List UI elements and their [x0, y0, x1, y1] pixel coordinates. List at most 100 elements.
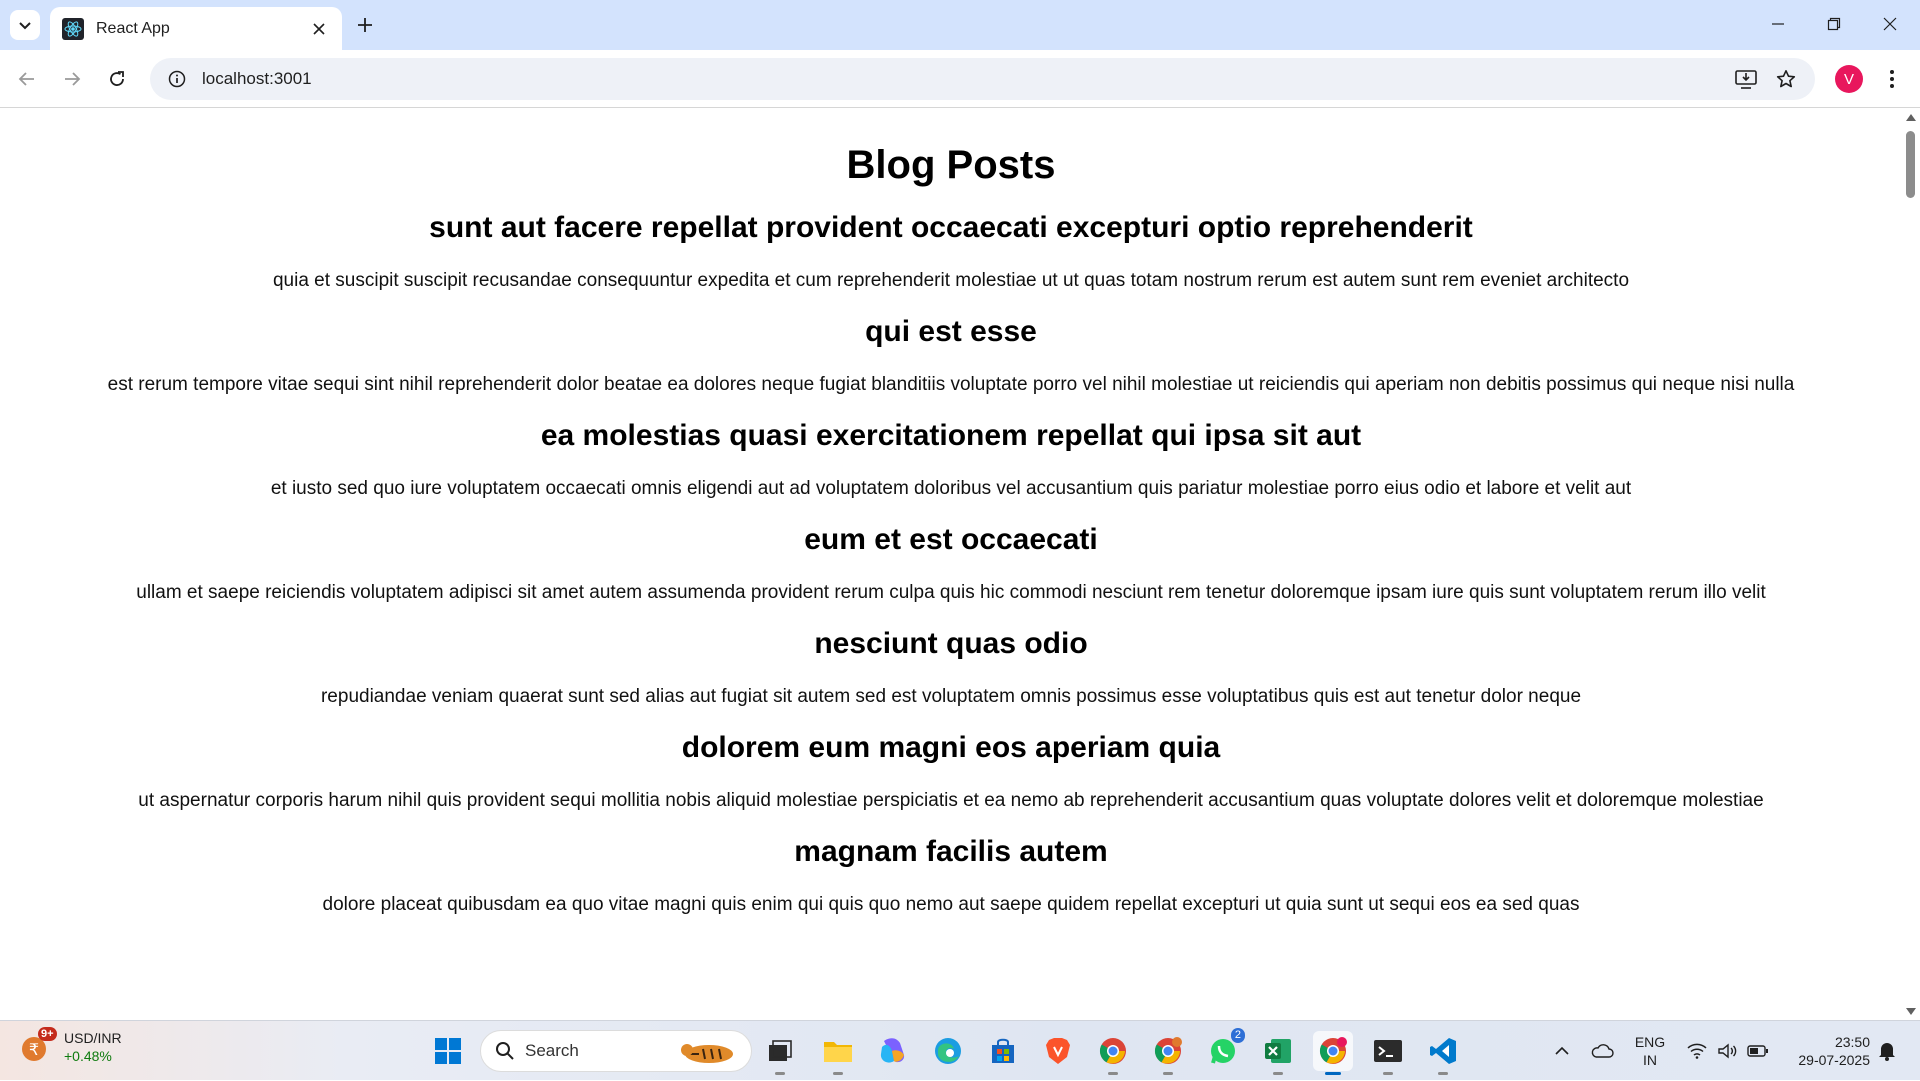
widgets-button[interactable]: ₹ 9+ USD/INR +0.48%: [20, 1027, 122, 1065]
restore-icon: [1827, 17, 1841, 31]
battery-status[interactable]: [1744, 1021, 1772, 1081]
tab-close-button[interactable]: [308, 18, 330, 40]
active-indicator: [1325, 1072, 1341, 1075]
running-indicator: [1273, 1072, 1283, 1075]
post-item: dolorem eum magni eos aperiam quia ut asp…: [0, 730, 1902, 813]
running-indicator: [833, 1072, 843, 1075]
whatsapp-button[interactable]: 2: [1203, 1028, 1245, 1071]
tab-title: React App: [96, 19, 170, 37]
site-info-button[interactable]: [156, 58, 198, 100]
running-indicator: [1438, 1072, 1448, 1075]
scroll-thumb[interactable]: [1906, 131, 1915, 198]
forward-button[interactable]: [54, 61, 90, 97]
close-window-button[interactable]: [1862, 0, 1918, 48]
wifi-icon: [1687, 1043, 1707, 1059]
start-button[interactable]: [428, 1031, 468, 1071]
windows-logo-icon: [435, 1038, 461, 1064]
more-vertical-icon: [1890, 70, 1894, 88]
search-icon: [496, 1042, 514, 1060]
profile-avatar[interactable]: V: [1835, 65, 1863, 93]
minimize-button[interactable]: [1750, 0, 1806, 48]
post-item: sunt aut facere repellat provident occae…: [0, 210, 1902, 293]
terminal-button[interactable]: [1368, 1031, 1408, 1075]
post-body: et iusto sed quo iure voluptatem occaeca…: [270, 478, 1632, 499]
chrome-icon: [1154, 1037, 1182, 1064]
excel-icon: [1265, 1039, 1291, 1063]
taskbar-search-label: Search: [525, 1041, 579, 1060]
install-icon: [1735, 70, 1757, 89]
bell-icon: [1879, 1043, 1895, 1061]
volume-status[interactable]: [1714, 1021, 1740, 1081]
brave-button[interactable]: [1038, 1031, 1078, 1071]
brave-lion-icon: [1046, 1038, 1070, 1064]
tab-strip: React App: [0, 0, 1920, 50]
taskbar-search[interactable]: Search: [480, 1030, 752, 1072]
react-logo-icon: [62, 17, 84, 40]
post-title: nesciunt quas odio: [814, 627, 1088, 660]
notifications-button[interactable]: [1872, 1021, 1902, 1081]
post-title: sunt aut facere repellat provident occae…: [429, 211, 1473, 244]
show-hidden-icons-button[interactable]: [1548, 1021, 1576, 1081]
post-title: eum et est occaecati: [804, 523, 1098, 556]
close-icon: [1883, 17, 1897, 31]
chrome-profile-2-button[interactable]: [1148, 1031, 1188, 1075]
new-tab-button[interactable]: [350, 10, 380, 40]
post-item: eum et est occaecati ullam et saepe reici…: [0, 522, 1902, 605]
bookmark-button[interactable]: [1768, 61, 1804, 97]
tab-react-app[interactable]: React App: [50, 7, 342, 50]
info-icon: [168, 70, 186, 88]
post-body: quia et suscipit suscipit recusandae con…: [272, 270, 1630, 291]
post-title: magnam facilis autem: [794, 835, 1108, 868]
terminal-icon: [1374, 1040, 1402, 1062]
post-title: ea molestias quasi exercitationem repell…: [540, 419, 1362, 452]
restore-button[interactable]: [1806, 0, 1862, 48]
back-button[interactable]: [9, 61, 45, 97]
post-body: dolore placeat quibusdam ea quo vitae ma…: [322, 894, 1580, 915]
edge-button[interactable]: [928, 1031, 968, 1071]
chrome-active-button[interactable]: [1313, 1031, 1353, 1075]
clock[interactable]: 23:50 29-07-2025: [1780, 1033, 1870, 1069]
task-view-button[interactable]: [760, 1031, 800, 1075]
wifi-status[interactable]: [1684, 1021, 1710, 1081]
reload-button[interactable]: [99, 61, 135, 97]
scroll-up-arrow-icon[interactable]: [1906, 114, 1916, 121]
post-body: repudiandae veniam quaerat sunt sed alia…: [320, 686, 1582, 707]
language-region: IN: [1643, 1052, 1657, 1068]
running-indicator: [775, 1072, 785, 1075]
chrome-icon: [1319, 1037, 1347, 1064]
page-scrollbar[interactable]: [1902, 109, 1920, 1020]
language-indicator[interactable]: ENG IN: [1630, 1033, 1670, 1069]
post-item: ea molestias quasi exercitationem repell…: [0, 418, 1902, 501]
widget-change: +0.48%: [64, 1048, 112, 1064]
arrow-left-icon: [18, 72, 34, 86]
onedrive-button[interactable]: [1586, 1021, 1618, 1081]
copilot-button[interactable]: [873, 1031, 913, 1071]
address-bar[interactable]: localhost:3001: [150, 58, 1815, 100]
file-explorer-button[interactable]: [818, 1031, 858, 1075]
folder-icon: [824, 1042, 852, 1062]
post-body: ut aspernatur corporis harum nihil quis …: [138, 790, 1764, 811]
vscode-button[interactable]: [1423, 1031, 1463, 1075]
post-list: sunt aut facere repellat provident occae…: [0, 210, 1902, 917]
edge-icon: [935, 1038, 961, 1064]
install-app-button[interactable]: [1728, 61, 1764, 97]
running-indicator: [1383, 1072, 1393, 1075]
scroll-down-arrow-icon[interactable]: [1906, 1008, 1916, 1015]
post-item: qui est esse est rerum tempore vitae sequ…: [0, 314, 1902, 397]
microsoft-store-button[interactable]: [983, 1031, 1023, 1071]
volume-icon: [1718, 1043, 1737, 1059]
whatsapp-badge: 2: [1230, 1028, 1245, 1043]
chrome-profile-1-button[interactable]: [1093, 1031, 1133, 1075]
running-indicator: [1108, 1072, 1118, 1075]
address-url[interactable]: localhost:3001: [202, 69, 312, 89]
tab-search-button[interactable]: [10, 10, 40, 40]
browser-toolbar: localhost:3001 V: [0, 50, 1920, 108]
reload-icon: [110, 71, 124, 86]
running-indicator: [1163, 1072, 1173, 1075]
tiger-search-highlight-icon: [681, 1044, 733, 1063]
page-viewport: Blog Posts sunt aut facere repellat prov…: [0, 109, 1902, 1020]
widget-badge: 9+: [38, 1027, 57, 1041]
browser-menu-button[interactable]: [1877, 64, 1907, 94]
close-icon: [313, 22, 325, 35]
excel-button[interactable]: [1258, 1031, 1298, 1075]
